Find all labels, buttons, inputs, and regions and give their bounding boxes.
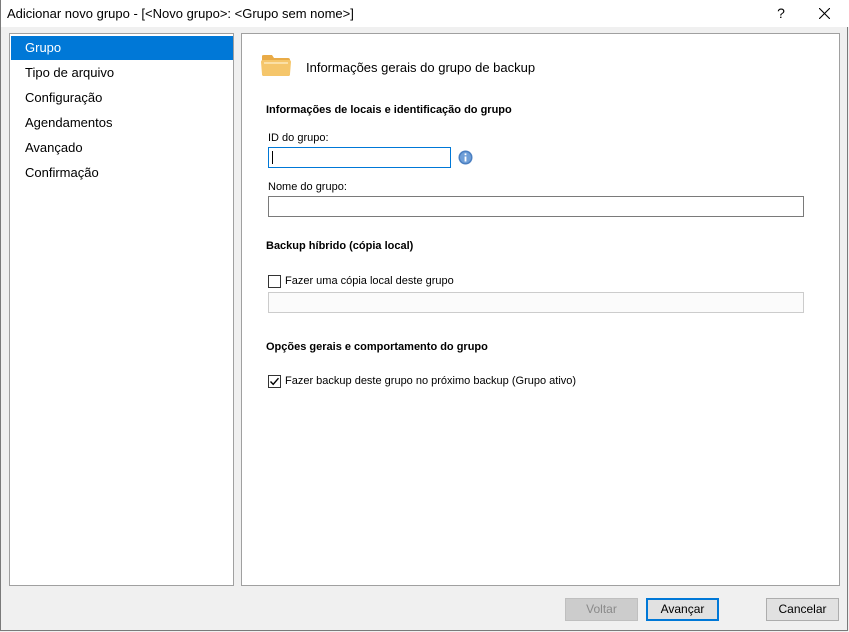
info-icon[interactable] — [458, 150, 473, 165]
active-group-checkbox[interactable] — [268, 375, 281, 388]
group-id-input[interactable] — [268, 147, 451, 168]
sidebar-item-grupo[interactable]: Grupo — [11, 36, 233, 60]
sidebar-item-tipo-de-arquivo[interactable]: Tipo de arquivo — [11, 61, 233, 85]
cancel-button[interactable]: Cancelar — [766, 598, 839, 621]
local-copy-path-input[interactable] — [268, 292, 804, 313]
sidebar-nav: Grupo Tipo de arquivo Configuração Agend… — [9, 33, 234, 586]
sidebar-item-avancado[interactable]: Avançado — [11, 136, 233, 160]
header-title: Informações gerais do grupo de backup — [306, 60, 536, 75]
window-title: Adicionar novo grupo - [<Novo grupo>: <G… — [7, 6, 354, 21]
checkmark-icon — [269, 377, 280, 386]
section-title-options: Opções gerais e comportamento do grupo — [266, 341, 488, 353]
back-button[interactable]: Voltar — [565, 598, 638, 621]
local-copy-checkbox[interactable] — [268, 275, 281, 288]
content-panel: Informações gerais do grupo de backup In… — [241, 33, 840, 586]
dialog-window: Adicionar novo grupo - [<Novo grupo>: <G… — [0, 0, 849, 631]
help-button[interactable]: ? — [763, 0, 799, 27]
section-title-hybrid: Backup híbrido (cópia local) — [266, 240, 414, 252]
close-icon — [819, 8, 830, 19]
folder-icon — [261, 55, 291, 76]
sidebar-item-configuracao[interactable]: Configuração — [11, 86, 233, 110]
sidebar-item-confirmacao[interactable]: Confirmação — [11, 161, 233, 185]
section-title-location: Informações de locais e identificação do… — [266, 104, 512, 116]
group-id-label: ID do grupo: — [268, 132, 329, 144]
text-caret — [272, 151, 273, 164]
next-button[interactable]: Avançar — [646, 598, 719, 621]
local-copy-label: Fazer uma cópia local deste grupo — [285, 275, 454, 287]
close-button[interactable] — [807, 0, 843, 27]
title-bar: Adicionar novo grupo - [<Novo grupo>: <G… — [1, 0, 849, 27]
group-name-label: Nome do grupo: — [268, 181, 347, 193]
active-group-label: Fazer backup deste grupo no próximo back… — [285, 375, 577, 387]
group-name-input[interactable] — [268, 196, 804, 217]
sidebar-item-agendamentos[interactable]: Agendamentos — [11, 111, 233, 135]
